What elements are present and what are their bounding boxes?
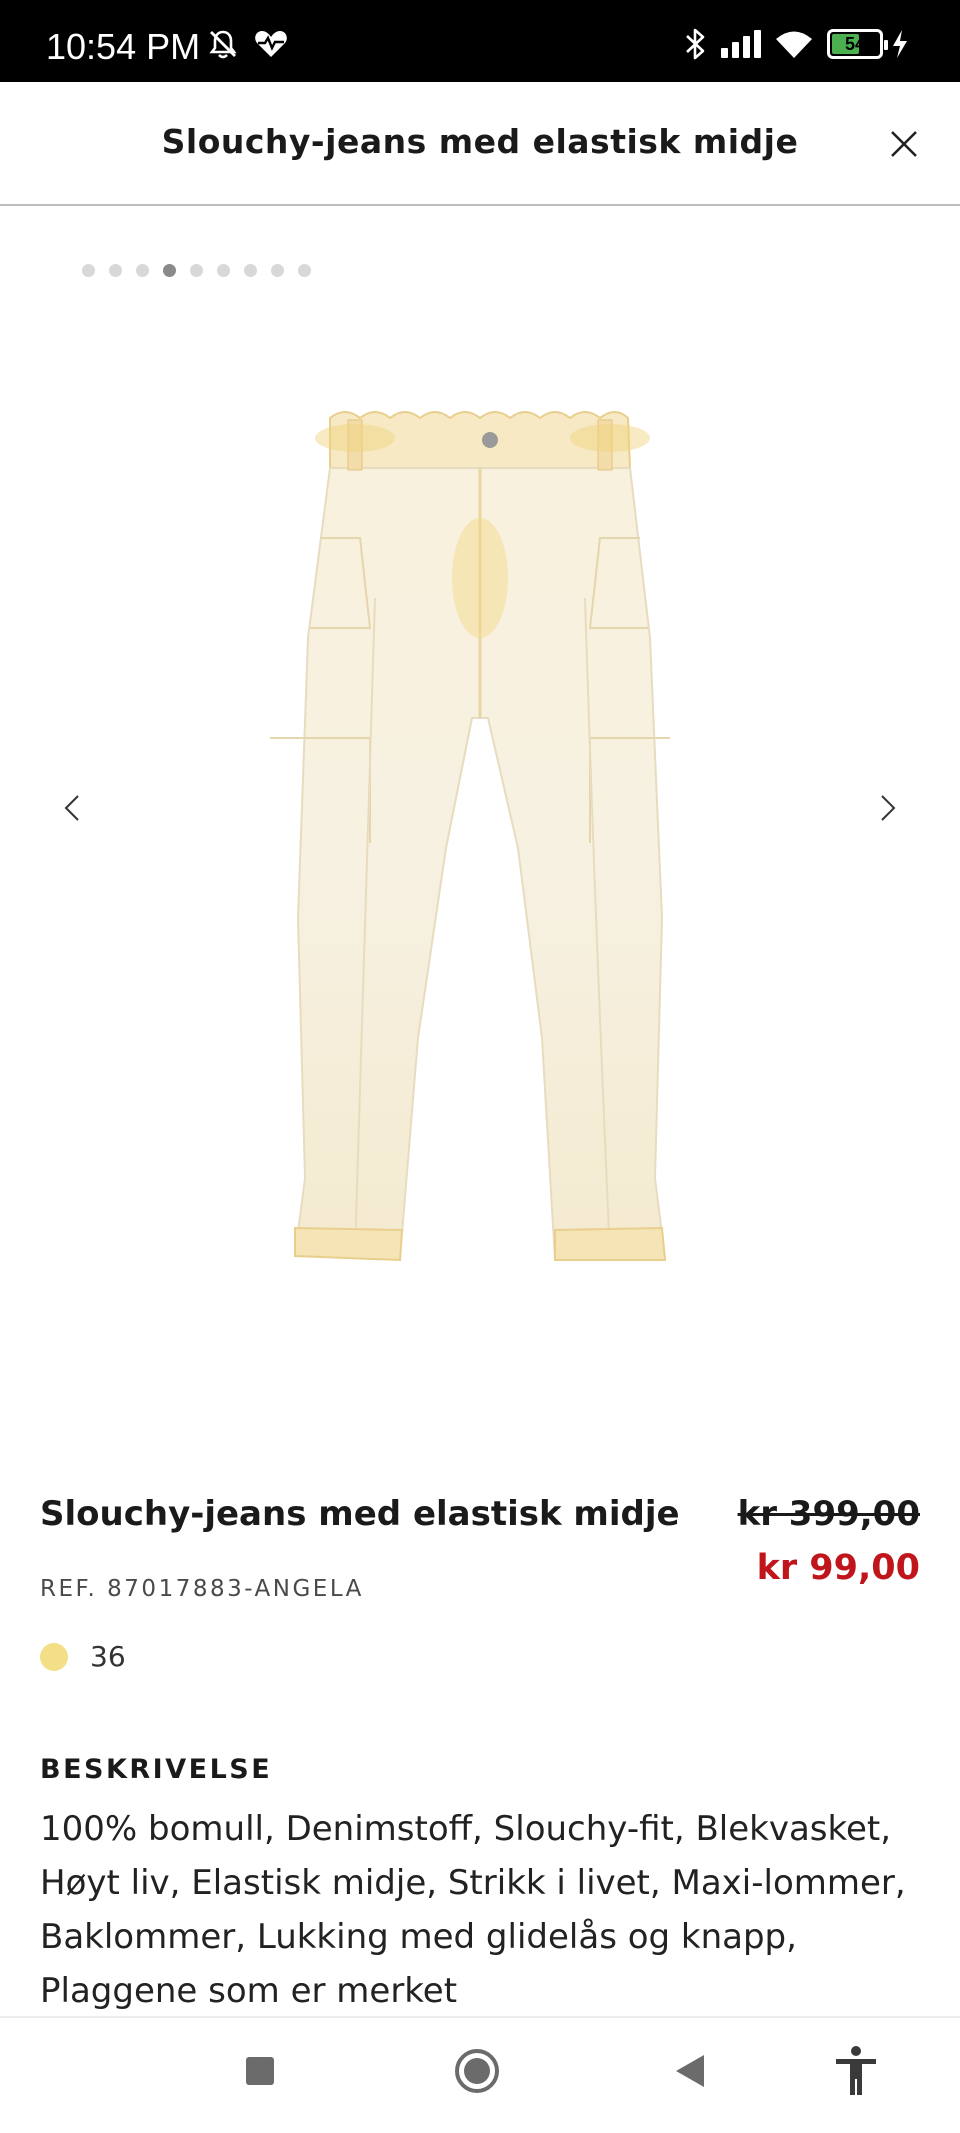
description-clip: 100% bomull, Denimstoff, Slouchy-fit, Bl… <box>0 1802 960 2016</box>
battery-level: 54 <box>844 33 866 54</box>
carousel-dot[interactable] <box>163 264 176 277</box>
home-button[interactable] <box>437 2038 517 2104</box>
carousel-dot[interactable] <box>271 264 284 277</box>
product-reference: REF. 87017883-ANGELA <box>40 1576 364 1602</box>
status-time: 10:54 PM <box>46 26 201 67</box>
bell-muted-icon <box>206 26 240 62</box>
carousel-dot[interactable] <box>82 264 95 277</box>
carousel-dot[interactable] <box>298 264 311 277</box>
charging-bolt-icon <box>888 26 912 62</box>
recent-apps-button[interactable] <box>220 2038 300 2104</box>
accessibility-button[interactable] <box>816 2038 896 2104</box>
size-value: 36 <box>90 1640 126 1673</box>
bluetooth-icon <box>680 26 710 62</box>
modal-header: Slouchy-jeans med elastisk midje <box>0 82 960 206</box>
close-button[interactable] <box>882 122 926 166</box>
carousel-dot[interactable] <box>217 264 230 277</box>
back-button[interactable] <box>650 2038 730 2104</box>
back-icon <box>676 2055 704 2087</box>
chevron-left-icon <box>64 795 79 821</box>
image-carousel[interactable] <box>0 208 960 1398</box>
wifi-icon <box>772 26 816 62</box>
home-icon <box>455 2049 499 2093</box>
carousel-dot[interactable] <box>244 264 257 277</box>
battery-icon: 54 <box>824 26 888 62</box>
header-title: Slouchy-jeans med elastisk midje <box>161 122 799 161</box>
product-image[interactable] <box>250 398 710 1278</box>
status-bar: 10:54 PM 54 <box>0 0 960 82</box>
color-size-row: 36 <box>40 1640 126 1673</box>
carousel-indicators <box>82 264 311 277</box>
carousel-dot[interactable] <box>190 264 203 277</box>
signal-icon <box>718 26 766 62</box>
color-swatch[interactable] <box>40 1642 68 1671</box>
product-title: Slouchy-jeans med elastisk midje <box>40 1494 680 1534</box>
original-price: kr 399,00 <box>737 1494 920 1534</box>
carousel-prev-button[interactable] <box>52 778 92 838</box>
sale-price: kr 99,00 <box>756 1548 920 1588</box>
chevron-right-icon <box>881 795 896 821</box>
close-icon <box>891 131 917 157</box>
system-nav-bar <box>0 2016 960 2133</box>
description-text: 100% bomull, Denimstoff, Slouchy-fit, Bl… <box>40 1809 906 2011</box>
carousel-next-button[interactable] <box>868 778 908 838</box>
recent-apps-icon <box>246 2057 274 2085</box>
carousel-dot[interactable] <box>109 264 122 277</box>
accessibility-icon <box>836 2046 876 2095</box>
description-heading: BESKRIVELSE <box>40 1754 273 1785</box>
carousel-dot[interactable] <box>136 264 149 277</box>
heart-pulse-icon <box>252 26 290 62</box>
